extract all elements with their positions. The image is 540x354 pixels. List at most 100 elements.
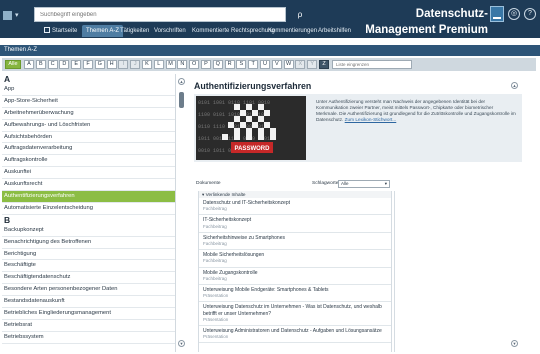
topic-summary-box: 0101 1001 0110 1101 0010 1100 0101 1010 … [194,94,522,162]
tab-taetigkeiten[interactable]: Tätigkeiten [116,25,153,37]
list-group-heading: A [2,74,175,84]
topic-title: Authentifizierungsverfahren [194,81,312,91]
letter-u-button[interactable]: U [260,60,270,69]
list-item[interactable]: Auftragskontrolle [2,155,175,168]
product-logo-icon [490,6,504,22]
letter-q-button[interactable]: Q [212,60,223,69]
list-item[interactable]: Auftragsdatenverarbeitung [2,143,175,156]
list-item[interactable]: Besondere Arten personenbezogener Daten [2,284,175,297]
topic-list: A App App-Store-Sicherheit Arbeitnehmerüber… [2,74,176,352]
password-label: PASSWORD [235,146,271,152]
list-item[interactable]: Aufsichtsbehörden [2,132,175,144]
letter-y-button[interactable]: Y [307,60,318,69]
help-icon[interactable]: ? [524,8,536,20]
keyword-select[interactable]: Alle ▾ [338,180,390,188]
scroll-down-icon[interactable]: ▼ [178,340,185,347]
list-item[interactable]: Authentifizierungsverfahren [2,191,175,203]
document-type: Präsentation [203,293,229,299]
scroll-down-icon[interactable]: ▼ [511,340,518,347]
section-title: Themen A-Z [0,45,540,56]
document-item[interactable]: Unterweisung Datenschutz im Unternehmen … [199,302,391,327]
list-item[interactable]: Benachrichtigung des Betroffenen [2,237,175,249]
scroll-up-icon[interactable]: ▲ [511,82,518,89]
scroll-thumb[interactable] [179,92,184,108]
letter-o-button[interactable]: O [189,60,200,69]
list-filter-input[interactable] [332,60,412,69]
letter-all-button[interactable]: Alle [5,60,21,69]
home-icon [3,11,12,20]
letter-b-button[interactable]: B [35,60,46,69]
letter-g-button[interactable]: G [94,60,105,69]
document-type: Fachbeitrag [203,241,227,247]
list-item[interactable]: Betriebsrat [2,320,175,332]
document-item[interactable]: Datenschutz und IT-Sicherheitskonzept Fac… [199,198,391,216]
letter-x-button[interactable]: X [295,60,306,69]
list-item[interactable]: Auskunftsrecht [2,179,175,192]
list-item[interactable]: App [2,84,175,96]
document-item[interactable]: Sicherheitshinweise zu Smartphones Fachbe… [199,233,391,251]
topic-detail-panel: Authentifizierungsverfahren 0101 1001 01… [188,74,528,352]
list-item[interactable]: Betriebssystem [2,332,175,344]
letter-h-button[interactable]: H [106,60,117,69]
letter-c-button[interactable]: C [47,60,58,69]
letter-v-button[interactable]: V [271,60,282,69]
topic-list-scrollbar[interactable]: ▲ ▼ [177,74,186,352]
keyword-label: Schlagworte: [312,181,340,186]
home-menu-dropdown[interactable]: ▾ [3,9,23,23]
tab-vorschriften[interactable]: Vorschriften [150,25,190,37]
letter-w-button[interactable]: W [283,60,294,69]
letter-p-button[interactable]: P [201,60,211,69]
letter-z-button[interactable]: Z [319,60,329,69]
list-item[interactable]: Betriebliches Eingliederungsmanagement [2,308,175,320]
document-type: Fachbeitrag [203,275,227,281]
tab-label: Kommentierungen [268,28,318,34]
document-title: Unterweisung Datenschutz im Unternehmen … [203,304,382,317]
linking-content-header[interactable]: ▾ Verlinkende Inhalte [199,191,391,198]
tab-arbeitshilfen[interactable]: Arbeitshilfen [314,25,355,37]
lexikon-link[interactable]: Zum Lexikon-Stichwort... [345,117,397,122]
letter-r-button[interactable]: R [224,60,235,69]
list-item[interactable]: Aufbewahrungs- und Löschfristen [2,120,175,132]
list-item[interactable]: Auskunftei [2,167,175,180]
list-item[interactable]: Berichtigung [2,249,175,261]
letter-m-button[interactable]: M [165,60,176,69]
keyword-value: Alle [341,181,349,186]
document-item[interactable]: Mobile Zugangskontrolle Fachbeitrag [199,268,391,286]
document-type: Fachbeitrag [203,258,227,264]
letter-l-button[interactable]: L [153,60,164,69]
detail-scrollbar[interactable]: ▲ ▼ [510,82,518,350]
list-item[interactable]: Automatisierte Einzelentscheidung [2,203,175,215]
tab-kommentierungen[interactable]: Kommentierungen [264,25,321,37]
document-item[interactable]: Unterweisung Mobile Endgeräte: Smartphon… [199,285,391,303]
tab-label: Startseite [52,28,78,34]
list-item[interactable]: Beschäftigtendatenschutz [2,272,175,285]
list-item[interactable]: Bestandsdatenauskunft [2,296,175,309]
letter-d-button[interactable]: D [59,60,70,69]
list-item[interactable]: Backupkonzept [2,225,175,237]
letter-e-button[interactable]: E [71,60,82,69]
document-type: Präsentation [203,316,229,322]
top-bar: ▾ ρ Datenschutz-Management Premium ◎ ? S… [0,0,540,38]
list-item[interactable]: App-Store-Sicherheit [2,96,175,108]
letter-i-button[interactable]: I [118,60,129,69]
scroll-up-icon[interactable]: ▲ [178,78,185,85]
letter-f-button[interactable]: F [83,60,93,69]
document-item[interactable]: Mobile Sicherheitslösungen Fachbeitrag [199,250,391,268]
list-item[interactable]: Arbeitnehmerüberwachung [2,108,175,120]
tab-label: Tätigkeiten [120,28,150,34]
search-button[interactable]: ρ [288,7,312,22]
letter-j-button[interactable]: J [130,60,141,69]
document-item[interactable]: Unterweisung Administratoren und Datensc… [199,326,391,344]
tab-startseite[interactable]: Startseite [40,25,81,37]
subhead-label: Verlinkende Inhalte [205,192,246,197]
document-item[interactable]: IT-Sicherheitskonzept Fachbeitrag [199,215,391,233]
letter-k-button[interactable]: K [142,60,152,69]
settings-icon[interactable]: ◎ [508,8,520,20]
letter-t-button[interactable]: T [248,60,259,69]
list-item[interactable]: Beschäftigte [2,260,175,273]
letter-a-button[interactable]: A [24,60,34,69]
tab-label: Kommentierte Rechtsprechung [192,28,275,34]
letter-s-button[interactable]: S [236,60,247,69]
search-input[interactable] [34,7,286,22]
letter-n-button[interactable]: N [177,60,188,69]
